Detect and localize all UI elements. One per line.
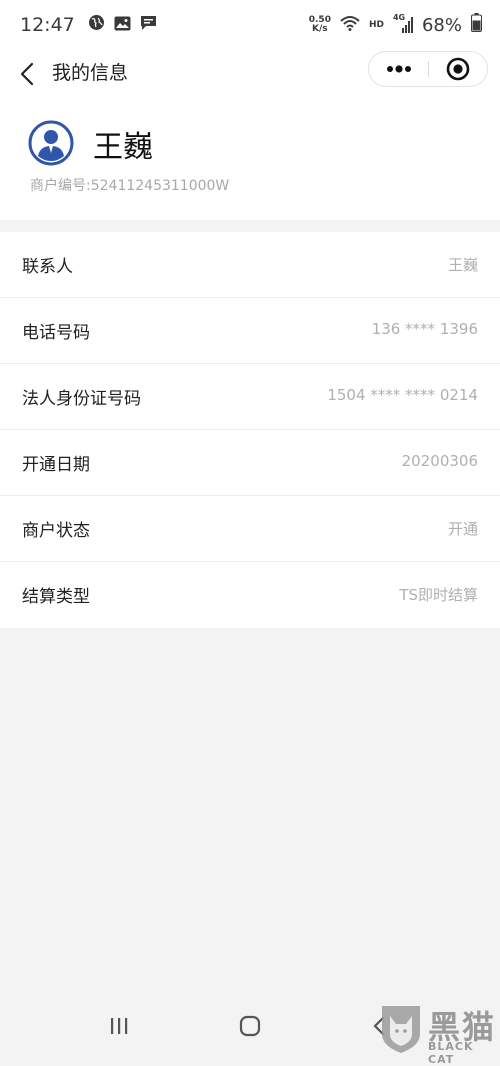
- info-row-id-number: 法人身份证号码 1504 **** **** 0214: [0, 364, 500, 430]
- net-speed: 0.50 K/s: [309, 16, 331, 34]
- wifi-icon: [340, 15, 360, 36]
- info-row-merchant-status: 商户状态 开通: [0, 496, 500, 562]
- nav-bar: 我的信息: [0, 50, 500, 100]
- status-time: 12:47: [20, 14, 75, 36]
- profile-card: 王巍 商户编号:52411245311000W: [0, 100, 500, 220]
- globe-icon: [88, 14, 105, 36]
- signal-icon: 4G: [393, 13, 413, 34]
- info-row-settlement-type: 结算类型 TS即时结算: [0, 562, 500, 628]
- mini-program-capsule: [368, 51, 488, 87]
- chat-icon: [140, 15, 157, 36]
- info-label: 开通日期: [22, 455, 90, 475]
- battery-icon: [471, 13, 482, 37]
- status-left: 12:47: [20, 14, 157, 36]
- info-value: 开通: [447, 520, 478, 538]
- user-avatar-icon: [28, 120, 74, 166]
- merchant-id: 商户编号:52411245311000W: [30, 178, 230, 194]
- info-label: 电话号码: [22, 323, 90, 343]
- more-icon[interactable]: [369, 52, 428, 86]
- watermark: 黑猫 BLACK CAT: [376, 1002, 500, 1066]
- watermark-subtitle: BLACK CAT: [428, 1040, 474, 1066]
- info-label: 法人身份证号码: [22, 389, 141, 409]
- black-cat-logo-icon: [376, 1004, 426, 1054]
- info-label: 联系人: [22, 257, 73, 277]
- info-list: 联系人 王巍 电话号码 136 **** 1396 法人身份证号码 1504 *…: [0, 232, 500, 628]
- status-right: 0.50 K/s HD 4G 68%: [309, 13, 482, 37]
- info-label: 结算类型: [22, 587, 90, 607]
- status-bar: 12:47 0.50 K/s HD 4G 68%: [0, 0, 500, 50]
- info-value: 20200306: [401, 452, 478, 470]
- recents-icon[interactable]: [104, 1014, 134, 1038]
- back-icon[interactable]: [14, 56, 40, 92]
- net-speed-unit: K/s: [312, 24, 328, 34]
- close-icon[interactable]: [429, 52, 487, 86]
- info-row-phone: 电话号码 136 **** 1396: [0, 298, 500, 364]
- page-title: 我的信息: [52, 62, 129, 84]
- profile-name: 王巍: [93, 130, 153, 165]
- info-row-open-date: 开通日期 20200306: [0, 430, 500, 496]
- home-icon[interactable]: [235, 1012, 265, 1040]
- info-row-contact: 联系人 王巍: [0, 232, 500, 298]
- info-value: 136 **** 1396: [371, 320, 478, 338]
- info-value: 1504 **** **** 0214: [327, 386, 478, 404]
- image-icon: [114, 15, 131, 36]
- info-value: 王巍: [447, 256, 478, 274]
- battery-percent: 68%: [421, 14, 462, 36]
- hd-badge: HD: [368, 20, 384, 30]
- info-value: TS即时结算: [399, 586, 478, 604]
- info-label: 商户状态: [22, 521, 90, 541]
